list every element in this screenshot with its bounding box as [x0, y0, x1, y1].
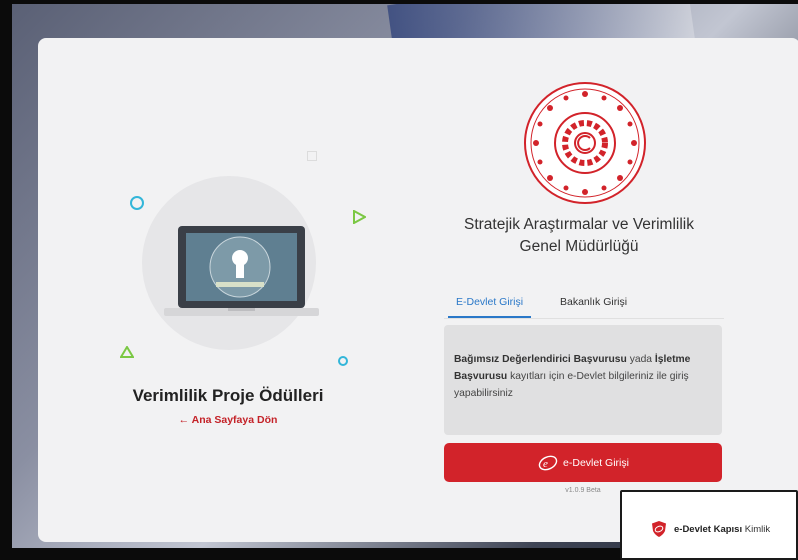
decor-circle-small: [338, 356, 348, 366]
desktop-background: Verimlilik Proje Ödülleri ← Ana Sayfaya …: [12, 4, 798, 548]
organization-title: Stratejik Araştırmalar ve Verimlilik Gen…: [418, 214, 740, 258]
login-card: Verimlilik Proje Ödülleri ← Ana Sayfaya …: [38, 38, 798, 542]
info-message: Bağımsız Değerlendirici Başvurusu yada İ…: [444, 325, 722, 435]
login-tabs: E-Devlet Girişi Bakanlık Girişi: [444, 292, 724, 319]
tab-ministry-login[interactable]: Bakanlık Girişi: [560, 296, 627, 314]
edevlet-login-button[interactable]: e e-Devlet Girişi: [444, 443, 722, 482]
edevlet-shield-icon: [652, 521, 666, 537]
organization-title-line2: Genel Müdürlüğü: [519, 238, 639, 255]
tab-edevlet-login[interactable]: E-Devlet Girişi: [448, 296, 532, 318]
left-panel: Verimlilik Proje Ödülleri ← Ana Sayfaya …: [38, 38, 418, 542]
decor-circle: [130, 196, 144, 210]
popup-header: e-Devlet Kapısı Kimlik: [650, 520, 770, 538]
decor-triangle-up: [120, 346, 134, 358]
info-bold-independent-evaluator: Bağımsız Değerlendirici Başvurusu: [454, 354, 627, 365]
edevlet-popup-window[interactable]: e-Devlet Kapısı Kimlik: [620, 490, 798, 560]
edevlet-logo-icon: e: [538, 455, 558, 470]
ministry-seal-logo: [524, 82, 646, 204]
svg-text:e: e: [543, 458, 548, 470]
popup-title-rest: Kimlik: [742, 523, 771, 535]
page-title: Verimlilik Proje Ödülleri: [132, 386, 324, 405]
laptop-illustration: [164, 226, 319, 316]
decor-square: [307, 151, 317, 161]
decor-triangle-right: [353, 210, 366, 224]
popup-title: e-Devlet Kapısı Kimlik: [674, 524, 770, 535]
organization-title-line1: Stratejik Araştırmalar ve Verimlilik: [464, 216, 694, 233]
back-to-home-link[interactable]: ← Ana Sayfaya Dön: [38, 414, 418, 426]
right-panel: Stratejik Araştırmalar ve Verimlilik Gen…: [418, 38, 798, 542]
info-text-or: yada: [626, 354, 655, 365]
edevlet-login-label: e-Devlet Girişi: [563, 456, 629, 469]
popup-title-bold: e-Devlet Kapısı: [674, 523, 743, 535]
